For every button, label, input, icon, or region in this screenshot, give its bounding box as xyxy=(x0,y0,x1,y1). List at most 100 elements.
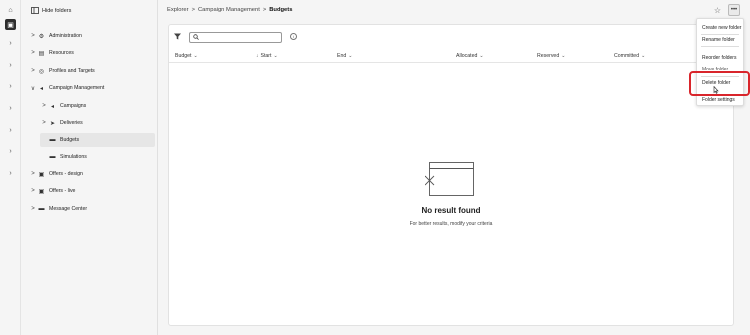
breadcrumb-current: Budgets xyxy=(269,7,293,13)
empty-window-illustration-icon xyxy=(425,162,474,196)
menu-divider xyxy=(701,34,739,35)
tree-item-label: Campaigns xyxy=(60,103,87,109)
tree-item-resources[interactable]: > ▤ Resources xyxy=(29,46,159,60)
tree-item-campaign-management[interactable]: ∨ ◂ Campaign Management xyxy=(29,81,159,95)
tree-item-label: Profiles and Targets xyxy=(49,68,95,74)
hide-folders-button[interactable]: Hide folders xyxy=(31,7,71,14)
search-icon xyxy=(193,34,199,42)
column-label: Committed xyxy=(614,53,640,59)
menu-item-rename-folder[interactable]: Rename folder xyxy=(702,37,735,43)
tree-item-budgets[interactable]: ▬ Budgets xyxy=(40,133,155,147)
home-icon[interactable]: ⌂ xyxy=(5,5,16,16)
mouse-pointer-icon xyxy=(713,85,719,96)
column-label: Reserved xyxy=(537,53,560,59)
tree-item-label: Resources xyxy=(49,50,74,56)
chevron-right-icon[interactable]: > xyxy=(29,68,37,74)
column-start[interactable]: ↓ Start ⌄ xyxy=(256,53,278,59)
chevron-down-icon: ⌄ xyxy=(193,53,198,59)
tree-item-label: Offers - live xyxy=(49,188,76,194)
chevron-down-icon: ⌄ xyxy=(273,53,278,59)
rail-chevron-icon[interactable]: › xyxy=(5,125,16,136)
menu-item-create-new-folder[interactable]: Create new folder xyxy=(702,25,741,31)
menu-item-reorder-folders[interactable]: Reorder folders xyxy=(702,55,736,61)
breadcrumb: Explorer > Campaign Management > Budgets xyxy=(167,7,292,13)
chevron-right-icon[interactable]: > xyxy=(40,120,48,126)
menu-item-folder-settings[interactable]: Folder settings xyxy=(702,97,735,103)
info-icon[interactable]: i xyxy=(290,33,297,40)
column-label: Allocated xyxy=(456,53,478,59)
chevron-right-icon[interactable]: > xyxy=(29,188,37,194)
tree-item-profiles-and-targets[interactable]: > ◎ Profiles and Targets xyxy=(29,64,159,78)
chevron-right-icon[interactable]: > xyxy=(29,33,37,39)
folder-tree: Hide folders > ⚙ Administration > ▤ Reso… xyxy=(21,0,158,335)
rail-chevron-icon[interactable]: › xyxy=(5,60,16,71)
admin-icon: ⚙ xyxy=(38,33,45,40)
tree-item-administration[interactable]: > ⚙ Administration xyxy=(29,29,159,43)
rail-chevron-icon[interactable]: › xyxy=(5,146,16,157)
empty-state: No result found For better results, modi… xyxy=(169,160,733,227)
column-allocated[interactable]: Allocated ⌄ xyxy=(456,53,484,59)
chevron-down-icon: ⌄ xyxy=(641,53,646,59)
tree-item-deliveries[interactable]: > ➤ Deliveries xyxy=(40,116,170,130)
tree-item-offers-design[interactable]: > ▣ Offers - design xyxy=(29,167,159,181)
target-icon: ◎ xyxy=(38,68,45,75)
tree-item-campaigns[interactable]: > ◂ Campaigns xyxy=(40,99,170,113)
main-content: Explorer > Campaign Management > Budgets… xyxy=(159,0,750,335)
column-label: End xyxy=(337,53,347,59)
sort-arrow-icon: ↓ xyxy=(256,53,259,59)
tree-item-label: Message Center xyxy=(49,206,88,212)
column-label: Budget xyxy=(175,53,192,59)
megaphone-icon: ◂ xyxy=(50,103,54,110)
tree-item-message-center[interactable]: > ▬ Message Center xyxy=(29,202,159,216)
offer-icon: ▣ xyxy=(38,171,45,178)
explorer-icon[interactable]: ▣ xyxy=(5,19,16,30)
chevron-right-icon[interactable]: > xyxy=(29,171,37,177)
breadcrumb-separator: > xyxy=(262,7,267,13)
rail-chevron-icon[interactable]: › xyxy=(5,168,16,179)
breadcrumb-campaign-management[interactable]: Campaign Management xyxy=(198,7,260,13)
rail-chevron-icon[interactable]: › xyxy=(5,103,16,114)
chevron-down-icon: ⌄ xyxy=(561,53,566,59)
filter-icon[interactable] xyxy=(174,33,181,42)
menu-divider xyxy=(701,46,739,47)
tree-item-simulations[interactable]: ▬ Simulations xyxy=(40,150,170,164)
tree-item-label: Campaign Management xyxy=(49,85,105,91)
table-header: Budget ⌄ ↓ Start ⌄ End ⌄ Allocated ⌄ Reserved… xyxy=(169,52,733,63)
panel-toggle-icon xyxy=(31,7,39,14)
tree-item-offers-live[interactable]: > ▣ Offers - live xyxy=(29,184,159,198)
column-reserved[interactable]: Reserved ⌄ xyxy=(537,53,565,59)
hide-folders-label: Hide folders xyxy=(42,7,72,14)
left-rail: ⌂ ▣ › › › › › › › xyxy=(0,0,21,335)
search-input[interactable] xyxy=(189,32,282,43)
rail-chevron-icon[interactable]: › xyxy=(5,38,16,49)
more-actions-button[interactable]: ••• xyxy=(728,4,740,16)
chevron-right-icon[interactable]: > xyxy=(29,206,37,212)
send-icon: ➤ xyxy=(49,120,56,127)
offer-icon: ▣ xyxy=(38,188,45,195)
chevron-down-icon: ⌄ xyxy=(479,53,484,59)
chevron-down-icon[interactable]: ∨ xyxy=(29,85,37,92)
chevron-down-icon: ⌄ xyxy=(348,53,353,59)
folder-icon: ▬ xyxy=(38,206,45,212)
tree-item-label: Offers - design xyxy=(49,171,83,177)
tree-item-label: Deliveries xyxy=(60,120,83,126)
empty-state-title: No result found xyxy=(421,206,481,215)
delete-folder-highlight xyxy=(689,71,750,96)
tree-item-label: Simulations xyxy=(60,154,87,160)
chevron-right-icon[interactable]: > xyxy=(29,50,37,56)
resources-icon: ▤ xyxy=(38,50,45,57)
column-committed[interactable]: Committed ⌄ xyxy=(614,53,645,59)
column-end[interactable]: End ⌄ xyxy=(337,53,352,59)
chevron-right-icon[interactable]: > xyxy=(40,103,48,109)
rail-chevron-icon[interactable]: › xyxy=(5,81,16,92)
ellipsis-icon: ••• xyxy=(730,7,738,13)
folder-icon: ▬ xyxy=(49,154,56,160)
empty-state-subtitle: For better results, modify your criteria xyxy=(409,221,493,227)
tree-item-label: Budgets xyxy=(60,137,80,143)
column-label: Start xyxy=(260,53,272,59)
favorite-star-icon[interactable]: ☆ xyxy=(712,5,723,16)
folder-icon: ▬ xyxy=(49,137,56,143)
budgets-list-card: i Budget ⌄ ↓ Start ⌄ End ⌄ Allocated ⌄ Reserv… xyxy=(168,24,734,326)
column-budget[interactable]: Budget ⌄ xyxy=(175,53,198,59)
breadcrumb-explorer[interactable]: Explorer xyxy=(167,7,189,13)
